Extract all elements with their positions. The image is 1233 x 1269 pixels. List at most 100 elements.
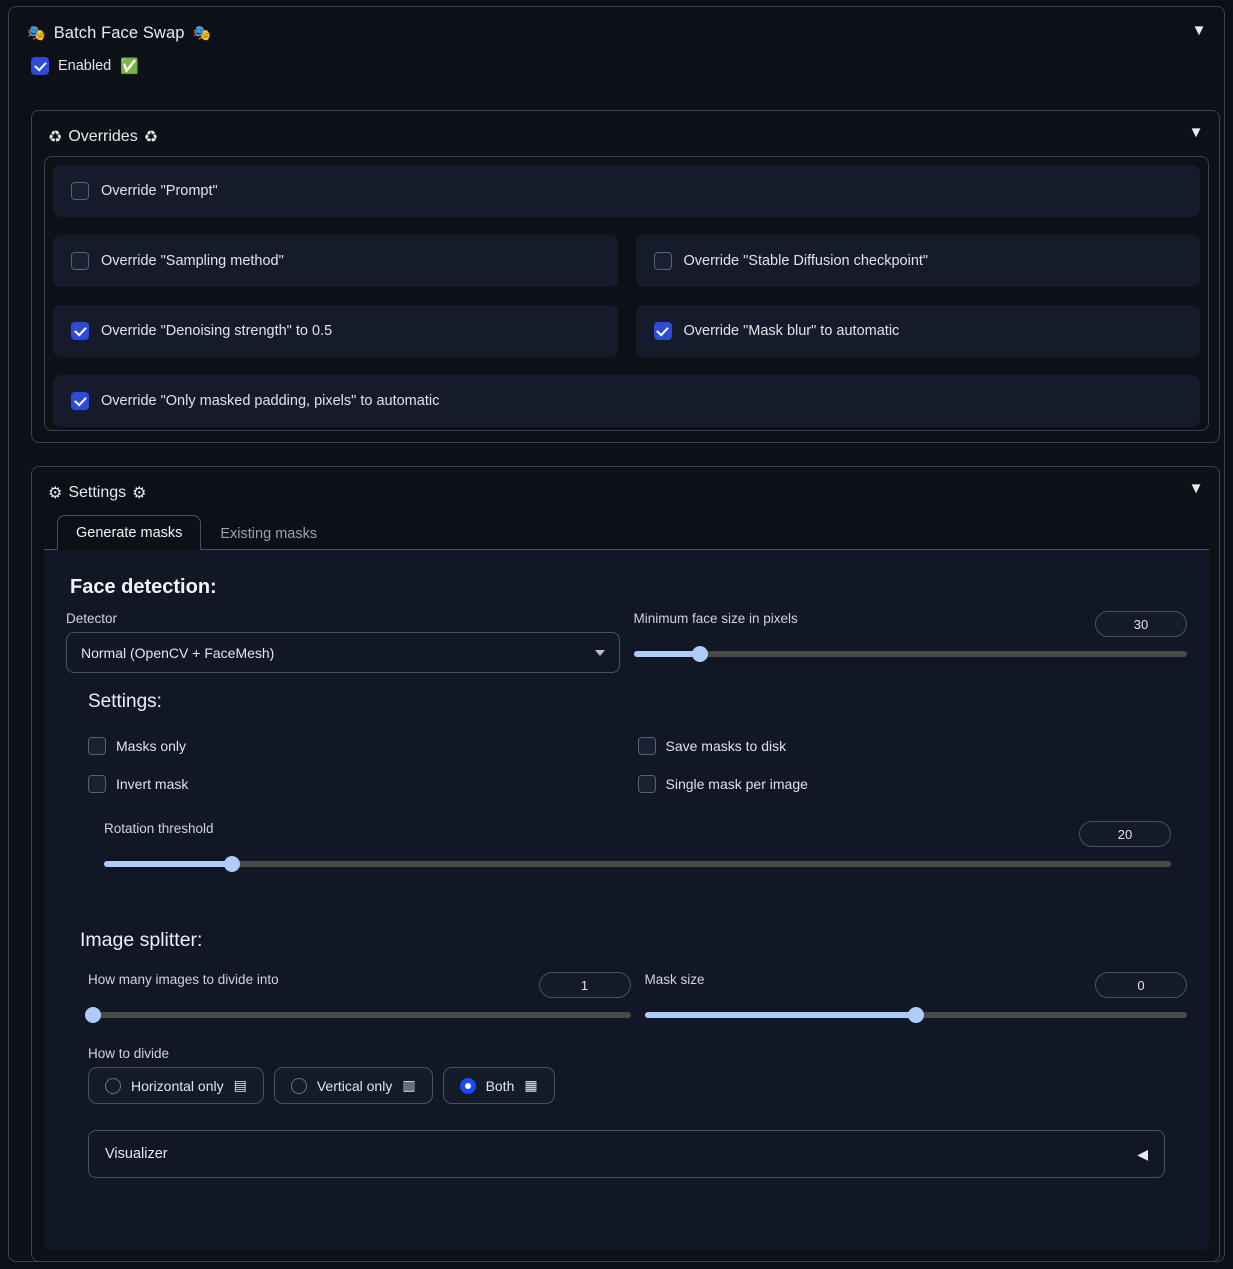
settings-header[interactable]: ⚙ Settings ⚙ ▼ [32,467,1219,507]
how-to-divide-radio-group: Horizontal only ▤ Vertical only ▥ Both ▦ [88,1067,1187,1104]
chevron-left-icon[interactable]: ◀ [1137,1146,1148,1163]
divide-count-value[interactable]: 1 [538,972,631,998]
visualizer-label: Visualizer [105,1146,168,1162]
settings-tabs-wrapper: Generate masks Existing masks Face detec… [44,512,1209,1252]
horizontal-split-icon: ▤ [233,1077,247,1093]
single-mask-per-image-checkbox[interactable] [637,775,656,793]
theater-masks-icon-right: 🎭 [192,25,212,42]
min-face-size-field: Minimum face size in pixels 30 [633,611,1187,673]
divide-count-slider[interactable] [85,1006,631,1024]
override-only-masked-padding-checkbox[interactable] [71,392,89,410]
image-splitter-heading: Image splitter: [80,929,203,951]
slider-thumb[interactable] [907,1007,924,1023]
detector-label: Detector [66,611,118,626]
settings-tabbar: Generate masks Existing masks [44,512,1209,550]
slider-fill [104,861,233,867]
mask-size-value[interactable]: 0 [1095,972,1187,998]
radio-horizontal-only[interactable]: Horizontal only ▤ [88,1067,264,1104]
slider-fill [633,651,700,657]
override-sampling-method-checkbox[interactable] [71,252,89,270]
radio-indicator[interactable] [290,1077,307,1094]
save-masks-to-disk-checkbox[interactable] [637,737,656,755]
override-denoising-strength-checkbox[interactable] [71,322,89,340]
how-to-divide-field: How to divide Horizontal only ▤ Vertical… [88,1046,1187,1104]
gear-icon-left: ⚙ [48,484,63,502]
slider-thumb[interactable] [691,646,708,662]
overrides-chevron-down-icon[interactable]: ▼ [1187,125,1205,140]
invert-mask-checkbox[interactable] [88,775,106,793]
batch-face-swap-header[interactable]: 🎭 Batch Face Swap 🎭 ▼ [9,7,1224,51]
recycle-icon-left: ♻ [48,128,63,146]
save-masks-to-disk-label: Save masks to disk [665,738,787,754]
save-masks-to-disk-row[interactable]: Save masks to disk [637,727,1188,765]
detector-selected-value: Normal (OpenCV + FaceMesh) [81,644,275,661]
rotation-threshold-slider[interactable] [104,855,1171,873]
slider-thumb[interactable] [85,1007,102,1023]
check-mark-icon: ✅ [120,58,139,75]
slider-fill [644,1012,916,1018]
overrides-row-2: Override "Sampling method" Override "Sta… [53,235,1200,287]
rotation-threshold-label: Rotation threshold [104,821,214,836]
face-detection-row: Detector Normal (OpenCV + FaceMesh) Mini… [66,611,1187,673]
recycle-icon-right: ♻ [143,128,159,146]
min-face-size-slider[interactable] [633,645,1187,663]
single-mask-per-image-label: Single mask per image [665,776,808,792]
overrides-inner-box: Override "Prompt" Override "Sampling met… [44,156,1209,431]
override-mask-blur-row[interactable]: Override "Mask blur" to automatic [635,305,1200,357]
visualizer-accordion[interactable]: Visualizer ◀ [88,1130,1165,1178]
settings-checkbox-col-left: Masks only Invert mask [88,727,638,803]
masks-only-row[interactable]: Masks only [88,727,638,765]
theater-masks-icon-left: 🎭 [27,25,46,42]
tab-generate-masks[interactable]: Generate masks [57,515,202,550]
invert-mask-row[interactable]: Invert mask [88,765,638,803]
detector-dropdown[interactable]: Normal (OpenCV + FaceMesh) [66,632,620,673]
settings-group: ⚙ Settings ⚙ ▼ Generate masks Existing m… [31,466,1220,1262]
override-only-masked-padding-row[interactable]: Override "Only masked padding, pixels" t… [53,375,1200,427]
override-prompt-checkbox[interactable] [71,182,89,200]
override-sd-checkpoint-row[interactable]: Override "Stable Diffusion checkpoint" [635,235,1200,287]
radio-indicator[interactable] [105,1077,121,1094]
enabled-checkbox[interactable] [31,57,49,75]
settings-subsection: Settings: Masks only Invert mask Save ma… [88,691,1187,891]
single-mask-per-image-row[interactable]: Single mask per image [637,765,1188,803]
override-only-masked-padding-label: Override "Only masked padding, pixels" t… [101,393,440,409]
settings-title: Settings [68,483,127,501]
mask-size-label: Mask size [644,972,705,987]
how-to-divide-label: How to divide [88,1046,170,1061]
both-split-icon: ▦ [524,1077,538,1093]
override-denoising-strength-row[interactable]: Override "Denoising strength" to 0.5 [53,305,618,357]
override-sd-checkpoint-checkbox[interactable] [653,252,672,270]
overrides-group: ♻ Overrides ♻ ▼ Override "Prompt" Overri… [31,110,1220,443]
radio-vertical-only[interactable]: Vertical only ▥ [273,1067,433,1104]
divide-count-field: How many images to divide into 1 [85,972,631,1024]
tab-existing-masks[interactable]: Existing masks [201,516,336,550]
settings-subheading: Settings: [88,691,162,712]
generate-masks-panel: Face detection: Detector Normal (OpenCV … [44,550,1209,1250]
override-sampling-method-row[interactable]: Override "Sampling method" [53,235,618,287]
slider-track [88,1012,631,1018]
settings-checkbox-col-right: Save masks to disk Single mask per image [637,727,1188,803]
masks-only-label: Masks only [116,738,187,754]
slider-track [633,651,1187,657]
enabled-label: Enabled [58,58,112,74]
masks-only-checkbox[interactable] [88,737,106,755]
slider-thumb[interactable] [224,856,241,872]
min-face-size-value[interactable]: 30 [1095,611,1187,637]
mask-size-slider[interactable] [644,1006,1187,1024]
batch-face-swap-extension-panel: 🎭 Batch Face Swap 🎭 ▼ Enabled ✅ ♻ Overri… [0,0,1233,1269]
settings-checkbox-grid: Masks only Invert mask Save masks to dis… [88,727,1187,803]
override-sd-checkpoint-label: Override "Stable Diffusion checkpoint" [683,253,929,269]
radio-both[interactable]: Both ▦ [442,1067,555,1104]
overrides-header[interactable]: ♻ Overrides ♻ ▼ [32,111,1219,151]
override-mask-blur-checkbox[interactable] [653,322,672,340]
overrides-row-3: Override "Denoising strength" to 0.5 Ove… [53,305,1200,357]
override-sampling-method-label: Override "Sampling method" [101,253,284,269]
override-prompt-row[interactable]: Override "Prompt" [53,165,1200,217]
image-splitter-sliders-row: How many images to divide into 1 Mask si… [85,972,1187,1024]
rotation-threshold-value[interactable]: 20 [1079,821,1171,847]
settings-chevron-down-icon[interactable]: ▼ [1187,481,1205,496]
radio-vertical-only-label: Vertical only [316,1077,393,1094]
face-detection-heading: Face detection: [70,576,217,598]
radio-indicator[interactable] [459,1077,476,1094]
chevron-down-icon[interactable]: ▼ [1190,23,1208,38]
